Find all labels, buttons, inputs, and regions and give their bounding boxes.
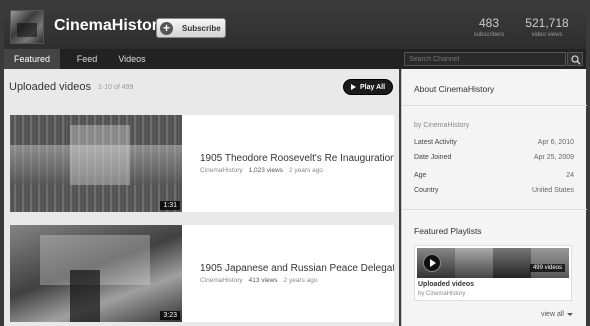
video-title[interactable]: 1905 Theodore Roosevelt's Re Inauguratio… <box>200 153 394 164</box>
video-channel[interactable]: CinemaHistory <box>200 277 243 284</box>
row-value: Apr 6, 2010 <box>537 139 574 146</box>
playlist-name[interactable]: Uploaded videos <box>418 281 474 288</box>
search-icon <box>571 55 581 65</box>
channel-nav: Featured Feed Videos <box>4 49 586 69</box>
section-title: Uploaded videos <box>9 81 91 93</box>
plus-icon: + <box>160 21 173 35</box>
row-label: Date Joined <box>414 154 452 161</box>
about-row-latest-activity: Latest Activity Apr 6, 2010 <box>414 139 574 146</box>
video-views: 1,023 views <box>248 167 283 174</box>
about-row-date-joined: Date Joined Apr 25, 2009 <box>414 154 574 161</box>
playlist-video-count: 499 videos <box>529 264 565 272</box>
video-title[interactable]: 1905 Japanese and Russian Peace Delegat <box>200 263 394 274</box>
video-duration: 1:31 <box>160 201 180 210</box>
about-row-country: Country United States <box>414 187 574 194</box>
tab-feed[interactable]: Feed <box>72 49 102 69</box>
playlist-thumbnail[interactable]: 499 videos <box>417 248 569 278</box>
channel-title: CinemaHistory <box>54 17 167 34</box>
row-label: Age <box>414 172 427 179</box>
video-duration: 3:23 <box>160 311 180 320</box>
video-views-count: 521,718 <box>525 16 569 30</box>
subscribe-label: Subscribe <box>182 23 221 33</box>
video-item[interactable]: 3:23 1905 Japanese and Russian Peace Del… <box>10 225 394 322</box>
video-channel[interactable]: CinemaHistory <box>200 167 243 174</box>
channel-avatar[interactable] <box>10 10 44 44</box>
row-value: United States <box>531 187 574 194</box>
row-value: 24 <box>566 172 574 179</box>
view-all-label: view all <box>541 311 564 318</box>
row-label: Latest Activity <box>414 139 457 146</box>
play-icon <box>350 84 356 90</box>
section-count: 1-10 of 499 <box>98 84 134 91</box>
subscriber-count: 483 <box>478 16 500 30</box>
tab-videos[interactable]: Videos <box>112 49 152 69</box>
divider <box>402 209 587 210</box>
playlist-card[interactable]: 499 videos Uploaded videos by CinemaHist… <box>414 245 572 301</box>
subscriber-stat: 483 subscribers <box>469 16 509 38</box>
about-title: About CinemaHistory <box>414 84 495 94</box>
chevron-down-icon <box>566 312 573 316</box>
play-icon[interactable] <box>423 254 441 272</box>
row-label: Country <box>414 187 439 194</box>
tab-featured[interactable]: Featured <box>4 49 60 69</box>
video-age: 2 years ago <box>283 277 318 284</box>
video-age: 2 years ago <box>288 167 323 174</box>
about-row-age: Age 24 <box>414 172 574 179</box>
uploaded-videos-section: Uploaded videos 1-10 of 499 Play All 1:3… <box>4 69 399 326</box>
featured-playlists-title: Featured Playlists <box>414 226 482 236</box>
video-item[interactable]: 1:31 1905 Theodore Roosevelt's Re Inaugu… <box>10 115 394 212</box>
view-all-link[interactable]: view all <box>541 311 573 318</box>
search-button[interactable] <box>567 52 583 66</box>
about-by[interactable]: by CinemaHistory <box>414 122 469 129</box>
subscribe-button[interactable]: + Subscribe <box>156 18 226 38</box>
channel-header: CinemaHistory + Subscribe 483 subscriber… <box>4 4 586 49</box>
play-all-label: Play All <box>359 83 386 91</box>
about-sidebar: About CinemaHistory by CinemaHistory Lat… <box>401 69 587 326</box>
video-views: 413 views <box>248 277 278 284</box>
row-value: Apr 25, 2009 <box>533 154 574 161</box>
search-channel-input[interactable] <box>404 52 566 66</box>
video-meta: CinemaHistory 413 views 2 years ago <box>200 277 318 284</box>
playlist-by: by CinemaHistory <box>418 291 466 297</box>
video-thumbnail[interactable]: 1:31 <box>10 115 182 212</box>
video-views-caption: video views <box>531 32 563 38</box>
subscriber-caption: subscribers <box>473 32 505 38</box>
video-meta: CinemaHistory 1,023 views 2 years ago <box>200 167 323 174</box>
views-stat: 521,718 video views <box>518 16 576 38</box>
divider <box>402 105 587 106</box>
video-thumbnail[interactable]: 3:23 <box>10 225 182 322</box>
play-all-button[interactable]: Play All <box>343 79 393 95</box>
channel-page: CinemaHistory + Subscribe 483 subscriber… <box>0 0 590 326</box>
